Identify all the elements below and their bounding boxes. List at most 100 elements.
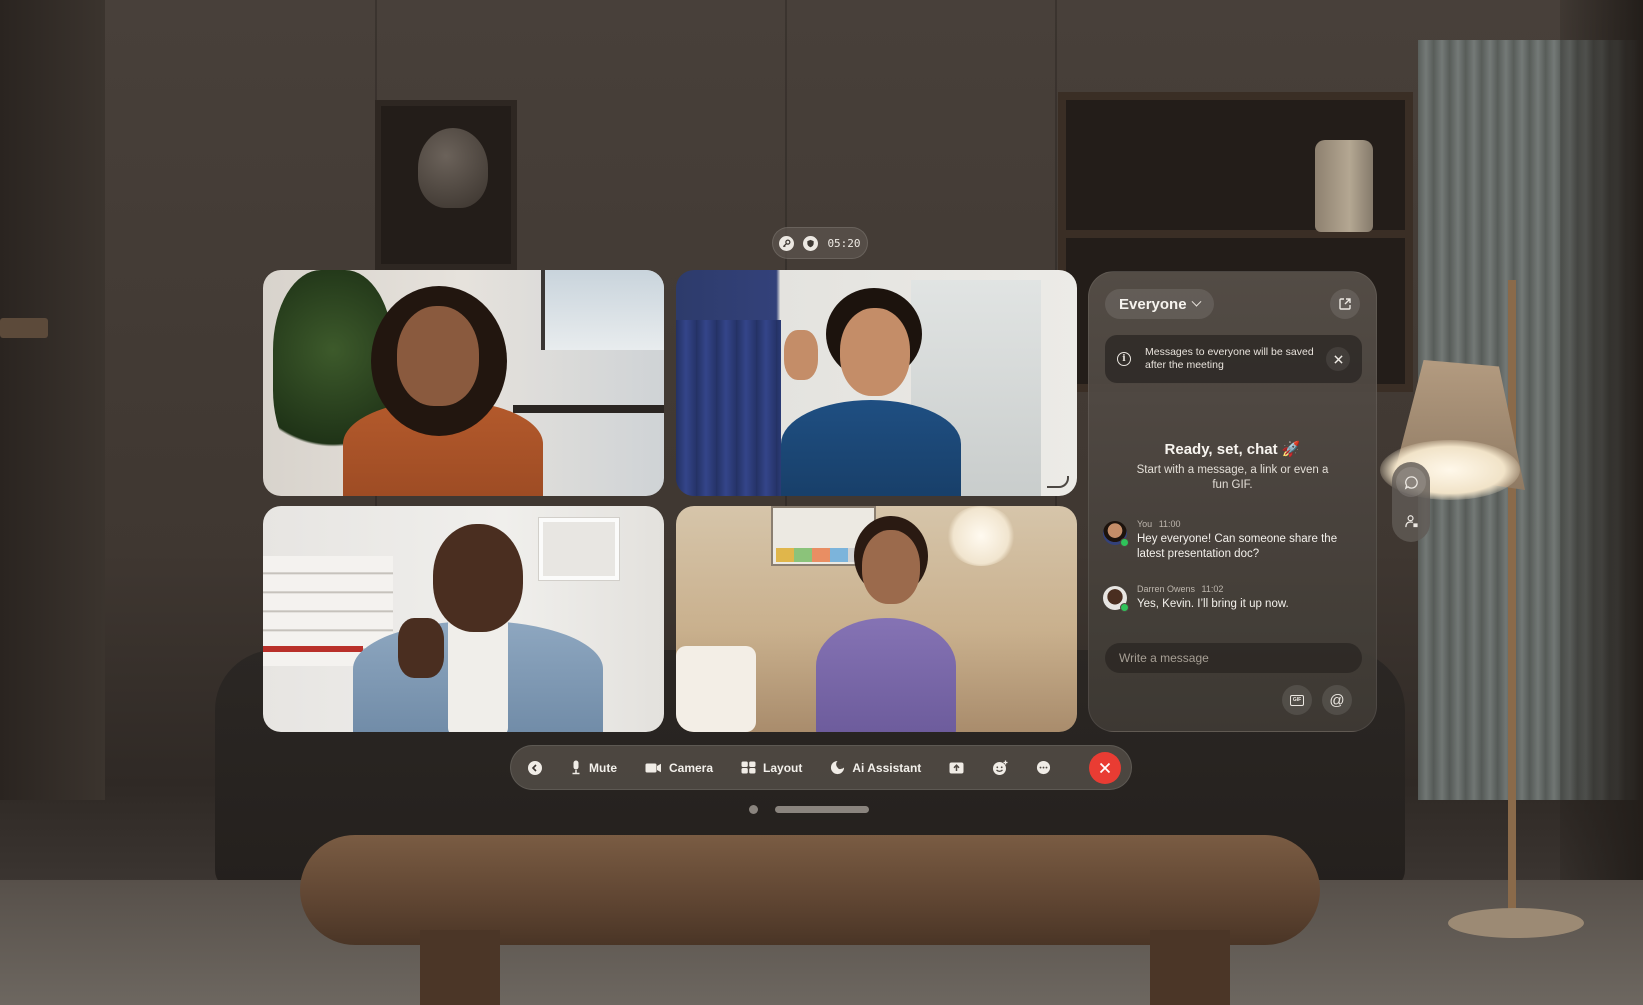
waving-hand (784, 330, 818, 380)
participant-tile[interactable] (263, 270, 664, 496)
ai-assistant-icon (831, 760, 845, 775)
left-wall (0, 0, 105, 800)
wall-hooks (0, 318, 48, 338)
desk (513, 405, 664, 413)
gif-button[interactable]: GIF (1282, 685, 1312, 715)
lamp-base (1448, 908, 1584, 938)
emoji-add-icon (993, 760, 1008, 775)
participant-tile[interactable] (263, 506, 664, 732)
mute-label: Mute (589, 760, 617, 775)
more-options-button[interactable] (1036, 751, 1051, 785)
participant-face (840, 308, 910, 396)
popout-icon (1339, 298, 1351, 310)
empty-state-title: Ready, set, chat 🚀 (1164, 441, 1301, 458)
curtain-shade (1560, 0, 1643, 1005)
chat-toggle-button[interactable] (1396, 467, 1426, 497)
gif-icon: GIF (1290, 694, 1304, 706)
camera-label: Camera (669, 760, 714, 775)
lamp-pole (1508, 280, 1516, 920)
message-meta: You 11:00 (1137, 519, 1363, 529)
empty-state-subtitle: Start with a message, a link or even a f… (1136, 464, 1329, 491)
mute-button[interactable]: Mute (570, 751, 617, 785)
chat-panel: Everyone i Messages to everyone will be … (1088, 271, 1377, 732)
shield-icon (803, 235, 819, 251)
message-compose-field[interactable] (1105, 643, 1362, 673)
participant-tile[interactable] (676, 270, 1077, 496)
page-indicator-dot[interactable] (749, 805, 758, 814)
online-status-dot (1120, 538, 1129, 547)
message-text: Hey everyone! Can someone share the late… (1137, 533, 1338, 560)
info-icon: i (1117, 352, 1131, 366)
message-text: Yes, Kevin. I’ll bring it up now. (1137, 598, 1289, 610)
jug (1315, 140, 1373, 232)
chat-notice-banner: i Messages to everyone will be saved aft… (1105, 335, 1362, 383)
elapsed-time: 05:20 (827, 236, 861, 250)
call-controls-toolbar: Mute Camera Layout Ai Assistant (510, 745, 1132, 790)
message-time: 11:00 (1158, 519, 1181, 529)
participant-tshirt (448, 616, 508, 732)
more-icon (1037, 760, 1051, 775)
chat-bubble-icon (1404, 475, 1418, 490)
audience-label: Everyone (1119, 295, 1187, 313)
popout-button[interactable] (1330, 289, 1360, 319)
red-rail (263, 646, 363, 652)
avatar (1103, 521, 1129, 547)
participant-tile[interactable] (676, 506, 1077, 732)
participants-toggle-button[interactable] (1396, 506, 1426, 536)
video-camera-icon (645, 763, 661, 772)
at-icon: @ (1329, 691, 1345, 709)
video-grid (263, 270, 1077, 732)
ai-assistant-label: Ai Assistant (852, 760, 922, 775)
close-notice-button[interactable] (1326, 347, 1350, 371)
vase (418, 128, 488, 208)
end-call-button[interactable] (1089, 751, 1121, 784)
message-sender: You (1137, 519, 1153, 529)
layout-button[interactable]: Layout (741, 751, 802, 785)
online-status-dot (1120, 603, 1129, 612)
audience-dropdown[interactable]: Everyone (1105, 289, 1214, 319)
share-screen-button[interactable] (949, 751, 964, 785)
grid-layout-icon (741, 761, 756, 774)
side-rail (1392, 462, 1430, 542)
avatar (1103, 586, 1129, 612)
sticky-notes (776, 548, 866, 562)
close-icon (1099, 762, 1111, 773)
table-leg (420, 930, 500, 1005)
message-sender: Darren Owens (1137, 584, 1196, 594)
ai-assistant-button[interactable]: Ai Assistant (830, 751, 921, 785)
window-drag-handle[interactable] (775, 806, 869, 813)
window (541, 270, 664, 350)
camera-button[interactable]: Camera (645, 751, 713, 785)
message-time: 11:02 (1201, 584, 1224, 594)
participant-face (862, 530, 920, 604)
microphone-icon (572, 760, 580, 775)
mention-button[interactable]: @ (1322, 685, 1352, 715)
close-icon (1333, 354, 1343, 364)
video-feed (263, 506, 664, 732)
participant-body (816, 618, 956, 732)
chevron-left-icon (528, 760, 542, 775)
video-feed (676, 270, 1077, 496)
key-icon (779, 235, 795, 251)
meeting-status-pill[interactable]: 05:20 (772, 227, 868, 259)
layout-label: Layout (763, 760, 803, 775)
share-screen-icon (949, 762, 964, 773)
message-input[interactable] (1119, 651, 1348, 665)
message-meta: Darren Owens 11:02 (1137, 584, 1289, 594)
participant-face (397, 306, 479, 406)
bed (676, 646, 756, 732)
reactions-button[interactable] (992, 751, 1008, 785)
participant-body (781, 400, 961, 496)
video-feed (676, 506, 1077, 732)
video-feed (263, 270, 664, 496)
privacy-curtain (676, 320, 781, 496)
table-leg (1150, 930, 1230, 1005)
notice-text: Messages to everyone will be saved after… (1145, 346, 1314, 371)
chevron-down-icon (1191, 296, 1201, 307)
back-button[interactable] (528, 751, 542, 785)
chat-message: You 11:00 Hey everyone! Can someone shar… (1103, 519, 1363, 562)
picture-frame (539, 518, 619, 580)
thumbs-up-hand (398, 618, 444, 678)
pendant-lamp (946, 506, 1016, 566)
people-icon (1404, 514, 1418, 527)
